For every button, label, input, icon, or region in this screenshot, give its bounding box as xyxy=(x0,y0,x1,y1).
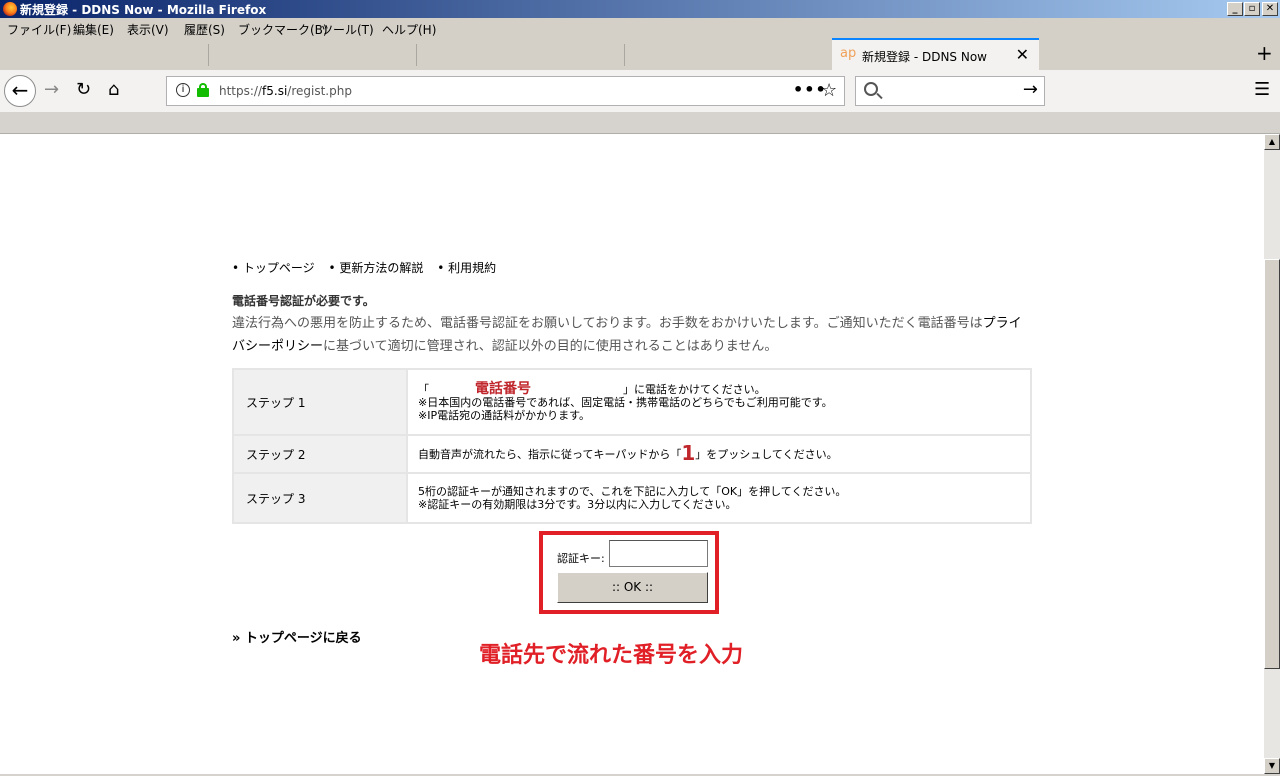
step-content: 5桁の認証キーが通知されますので、これを下記に入力して「OK」を押してください。… xyxy=(406,472,1032,524)
step-label: ステップ 1 xyxy=(232,368,408,436)
phone-number: 電話番号 xyxy=(475,380,531,397)
back-button[interactable]: ← xyxy=(4,75,36,107)
auth-key-box: 認証キー: :: OK :: xyxy=(539,531,719,614)
page-description: 違法行為への悪用を防止するため、電話番号認証をお願いしております。お手数をおかけ… xyxy=(232,316,1022,354)
menu-bar: ファイル(F) 編集(E) 表示(V) 履歴(S) ブックマーク(B) ツール(… xyxy=(0,18,1280,38)
tab-strip: ap 新規登録 - DDNS Now ✕ + xyxy=(0,38,1280,70)
menu-bookmarks[interactable]: ブックマーク(B) xyxy=(238,21,328,38)
url-bar[interactable]: i https://f5.si/regist.php ••• ☆ xyxy=(166,76,845,106)
search-go-icon[interactable]: → xyxy=(1023,79,1038,100)
hamburger-menu-icon[interactable]: ☰ xyxy=(1254,79,1270,100)
step-label: ステップ 2 xyxy=(232,434,408,474)
nav-link-terms[interactable]: • 利用規約 xyxy=(437,261,496,275)
auth-key-input[interactable] xyxy=(609,540,708,567)
url-text[interactable]: https://f5.si/regist.php xyxy=(219,84,352,98)
scroll-up-icon[interactable]: ▲ xyxy=(1264,134,1280,150)
step-label: ステップ 3 xyxy=(232,472,408,524)
table-row: ステップ 2 自動音声が流れたら、指示に従ってキーパッドから「1」をプッシュして… xyxy=(232,434,1032,474)
lock-icon xyxy=(197,83,209,97)
tab-close-icon[interactable]: ✕ xyxy=(1016,45,1029,64)
auth-key-label: 認証キー: xyxy=(557,552,605,565)
page-content: • トップページ • 更新方法の解説 • 利用規約 電話番号認証が必要です。 違… xyxy=(0,134,1264,774)
table-row: ステップ 3 5桁の認証キーが通知されますので、これを下記に入力して「OK」を押… xyxy=(232,472,1032,524)
toolbar-spacer xyxy=(0,112,1280,134)
menu-view[interactable]: 表示(V) xyxy=(127,21,169,38)
tab-separator xyxy=(208,44,209,66)
menu-file[interactable]: ファイル(F) xyxy=(7,21,71,38)
menu-history[interactable]: 履歴(S) xyxy=(184,21,225,38)
menu-edit[interactable]: 編集(E) xyxy=(73,21,114,38)
tab-separator xyxy=(624,44,625,66)
close-window-button[interactable]: ✕ xyxy=(1262,2,1278,16)
firefox-logo-icon xyxy=(3,2,17,16)
bookmark-star-icon[interactable]: ☆ xyxy=(821,80,837,101)
scroll-down-icon[interactable]: ▼ xyxy=(1264,758,1280,774)
ok-button[interactable]: :: OK :: xyxy=(557,572,708,603)
tab-label: 新規登録 - DDNS Now xyxy=(862,50,987,64)
steps-table: ステップ 1 「電話番号 」に電話をかけてください。 ※日本国内の電話番号であれば… xyxy=(232,368,1032,524)
navigation-toolbar: ← → ↻ ⌂ i https://f5.si/regist.php ••• ☆… xyxy=(0,70,1280,112)
step-content: 自動音声が流れたら、指示に従ってキーパッドから「1」をプッシュしてください。 xyxy=(406,434,1032,474)
vertical-scrollbar[interactable]: ▲ ▼ xyxy=(1264,134,1280,774)
top-navigation: • トップページ • 更新方法の解説 • 利用規約 xyxy=(232,259,506,276)
window-title: 新規登録 - DDNS Now - Mozilla Firefox xyxy=(20,3,267,17)
menu-tools[interactable]: ツール(T) xyxy=(321,21,374,38)
back-to-top-link[interactable]: » トップページに戻る xyxy=(232,627,362,646)
menu-help[interactable]: ヘルプ(H) xyxy=(382,21,436,38)
home-button[interactable]: ⌂ xyxy=(108,79,119,100)
step-content: 「電話番号 」に電話をかけてください。 ※日本国内の電話番号であれば、固定電話・携… xyxy=(406,368,1032,436)
scroll-thumb[interactable] xyxy=(1264,259,1280,669)
nav-link-howto[interactable]: • 更新方法の解説 xyxy=(328,261,423,275)
annotation-callout: 電話先で流れた番号を入力 xyxy=(479,643,744,668)
minimize-button[interactable]: _ xyxy=(1227,2,1243,16)
search-bar[interactable]: → xyxy=(855,76,1045,106)
site-favicon-icon: ap xyxy=(840,46,857,61)
tab-active[interactable]: ap 新規登録 - DDNS Now ✕ xyxy=(832,38,1039,70)
table-row: ステップ 1 「電話番号 」に電話をかけてください。 ※日本国内の電話番号であれば… xyxy=(232,368,1032,436)
reload-button[interactable]: ↻ xyxy=(76,79,91,100)
title-bar: 新規登録 - DDNS Now - Mozilla Firefox _ ▫ ✕ xyxy=(0,0,1280,18)
push-key: 1 xyxy=(681,441,696,465)
page-heading: 電話番号認証が必要です。 xyxy=(232,294,375,308)
forward-button[interactable]: → xyxy=(44,79,59,100)
nav-link-top[interactable]: • トップページ xyxy=(232,261,315,275)
search-icon xyxy=(864,82,878,96)
new-tab-button[interactable]: + xyxy=(1256,41,1273,65)
info-icon[interactable]: i xyxy=(176,83,190,97)
tab-separator xyxy=(416,44,417,66)
maximize-button[interactable]: ▫ xyxy=(1244,2,1260,16)
